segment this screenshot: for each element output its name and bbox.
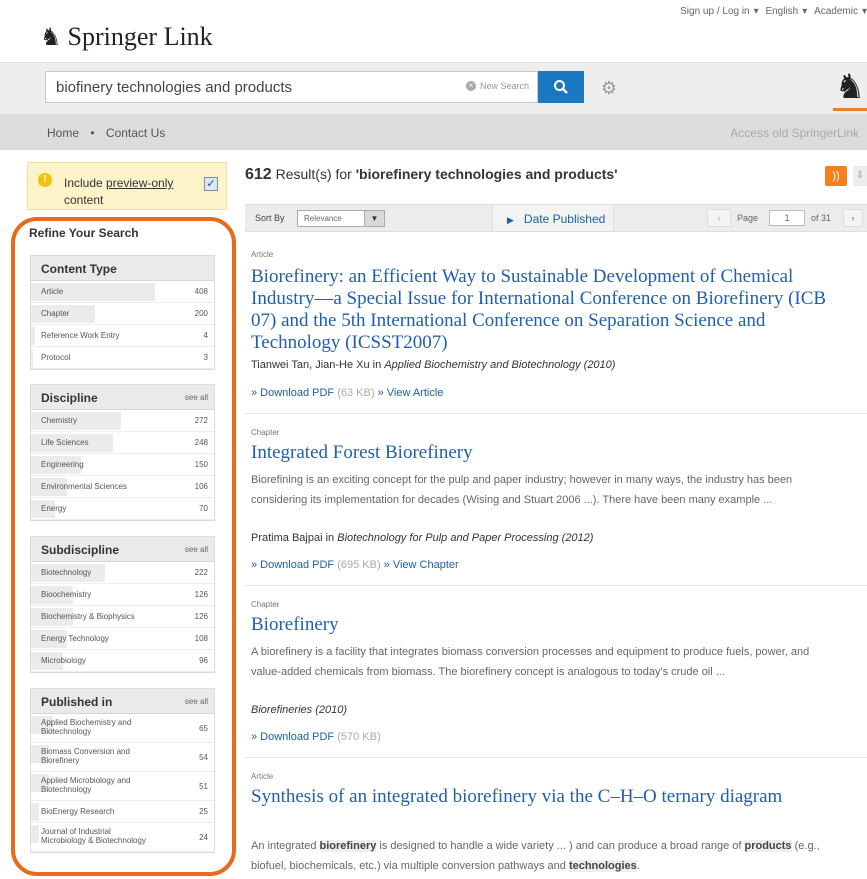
result-title[interactable]: Integrated Forest Biorefinery [251, 442, 831, 464]
search-band: × New Search ⚙ ♞ [0, 62, 867, 114]
nav-separator: • [90, 126, 95, 140]
download-pdf-link[interactable]: » Download PDF [251, 387, 334, 399]
new-search-link[interactable]: × New Search [465, 81, 529, 91]
springer-horse-logo-icon: ♞ [833, 67, 867, 111]
content-type: Article [251, 772, 274, 781]
preview-only-link[interactable]: preview-only [106, 176, 173, 190]
new-search-label: New Search [479, 81, 529, 91]
result-authors: Tianwei Tan, Jian-He Xu in Applied Bioch… [251, 359, 616, 371]
gear-icon[interactable]: ⚙ [598, 77, 620, 99]
result-links: » Download PDF (570 KB) [251, 731, 381, 743]
contact-link[interactable]: Contact Us [106, 126, 165, 140]
chevron-down-icon: ▼ [364, 211, 384, 226]
preview-only-checkbox[interactable]: ✓ [204, 177, 218, 191]
content-type: Chapter [251, 428, 280, 437]
old-springerlink-link[interactable]: Access old SpringerLink [730, 126, 859, 140]
view-link[interactable]: » View Article [375, 387, 444, 399]
brand-name: Springer Link [67, 22, 213, 51]
pagination: ‹ Page 1 of 31 › [707, 205, 867, 231]
download-icon[interactable]: ⇩ [853, 166, 867, 186]
springer-horse-icon: ♞ [40, 23, 62, 51]
result-links: » Download PDF (695 KB) » View Chapter [251, 559, 459, 571]
date-published-sort[interactable]: ▶ Date Published [492, 205, 614, 231]
result-item: Article Synthesis of an integrated biore… [245, 758, 867, 879]
info-bulb-icon: ! [38, 173, 52, 187]
sort-bar: Sort By Relevance ▼ ▶ Date Published ‹ Pag… [245, 204, 867, 232]
content-type: Article [251, 250, 274, 259]
rss-icon[interactable]: )) [825, 166, 847, 186]
result-authors: Pratima Bajpai in Biotechnology for Pulp… [251, 532, 594, 544]
download-pdf-link[interactable]: » Download PDF [251, 731, 334, 743]
result-source: Biorefineries (2010) [251, 704, 347, 716]
annotation-highlight [11, 217, 236, 876]
language-link[interactable]: English [765, 6, 798, 17]
page-count: of 31 [811, 213, 832, 223]
search-icon [554, 80, 568, 95]
view-link[interactable]: » View Chapter [381, 559, 459, 571]
result-snippet: A biorefinery is a facility that integra… [251, 646, 810, 678]
result-snippet: Biorefining is an exciting concept for t… [251, 474, 793, 506]
next-page-button[interactable]: › [843, 209, 863, 227]
search-button[interactable] [538, 71, 584, 103]
result-links: » Download PDF (63 KB) » View Article [251, 387, 444, 399]
preview-only-label: Include preview-only content [64, 176, 174, 207]
academic-link[interactable]: Academic [814, 6, 858, 17]
triangle-right-icon: ▶ [507, 215, 514, 225]
page-label: Page [737, 213, 759, 223]
preview-only-toggle: ! Include preview-only content ✓ [27, 162, 227, 210]
home-link[interactable]: Home [47, 126, 79, 140]
sort-by-label: Sort By [255, 213, 285, 223]
result-item: Article Biorefinery: an Efficient Way to… [245, 236, 867, 414]
springerlink-page: ♞ Springer Link Sign up / Log in ▾ Englis… [0, 0, 867, 879]
results-count: 612 Result(s) for 'biorefinery technolog… [245, 166, 618, 183]
prev-page-button[interactable]: ‹ [707, 209, 731, 227]
download-pdf-link[interactable]: » Download PDF [251, 559, 334, 571]
page-input[interactable]: 1 [769, 210, 805, 226]
result-item: Chapter Biorefinery A biorefinery is a f… [245, 586, 867, 758]
result-title[interactable]: Synthesis of an integrated biorefinery v… [251, 786, 831, 808]
nav-bar: Home • Contact Us Access old SpringerLin… [0, 114, 867, 150]
nav-links: Home • Contact Us [47, 126, 173, 140]
top-links: Sign up / Log in ▾ English ▾ Academic ▾ [680, 6, 867, 17]
result-snippet: An integrated biorefinery is designed to… [251, 840, 820, 872]
result-item: Chapter Integrated Forest Biorefinery Bi… [245, 414, 867, 586]
search-box: × New Search [45, 71, 538, 103]
result-title[interactable]: Biorefinery [251, 614, 831, 636]
clear-icon: × [465, 81, 476, 91]
result-title[interactable]: Biorefinery: an Efficient Way to Sustain… [251, 266, 831, 354]
sort-select[interactable]: Relevance ▼ [297, 210, 385, 227]
springer-logo[interactable]: ♞ Springer Link [40, 22, 213, 52]
top-header: ♞ Springer Link Sign up / Log in ▾ Englis… [0, 0, 867, 62]
search-input[interactable] [46, 72, 426, 102]
signup-login-link[interactable]: Sign up / Log in [680, 6, 750, 17]
content-type: Chapter [251, 600, 280, 609]
